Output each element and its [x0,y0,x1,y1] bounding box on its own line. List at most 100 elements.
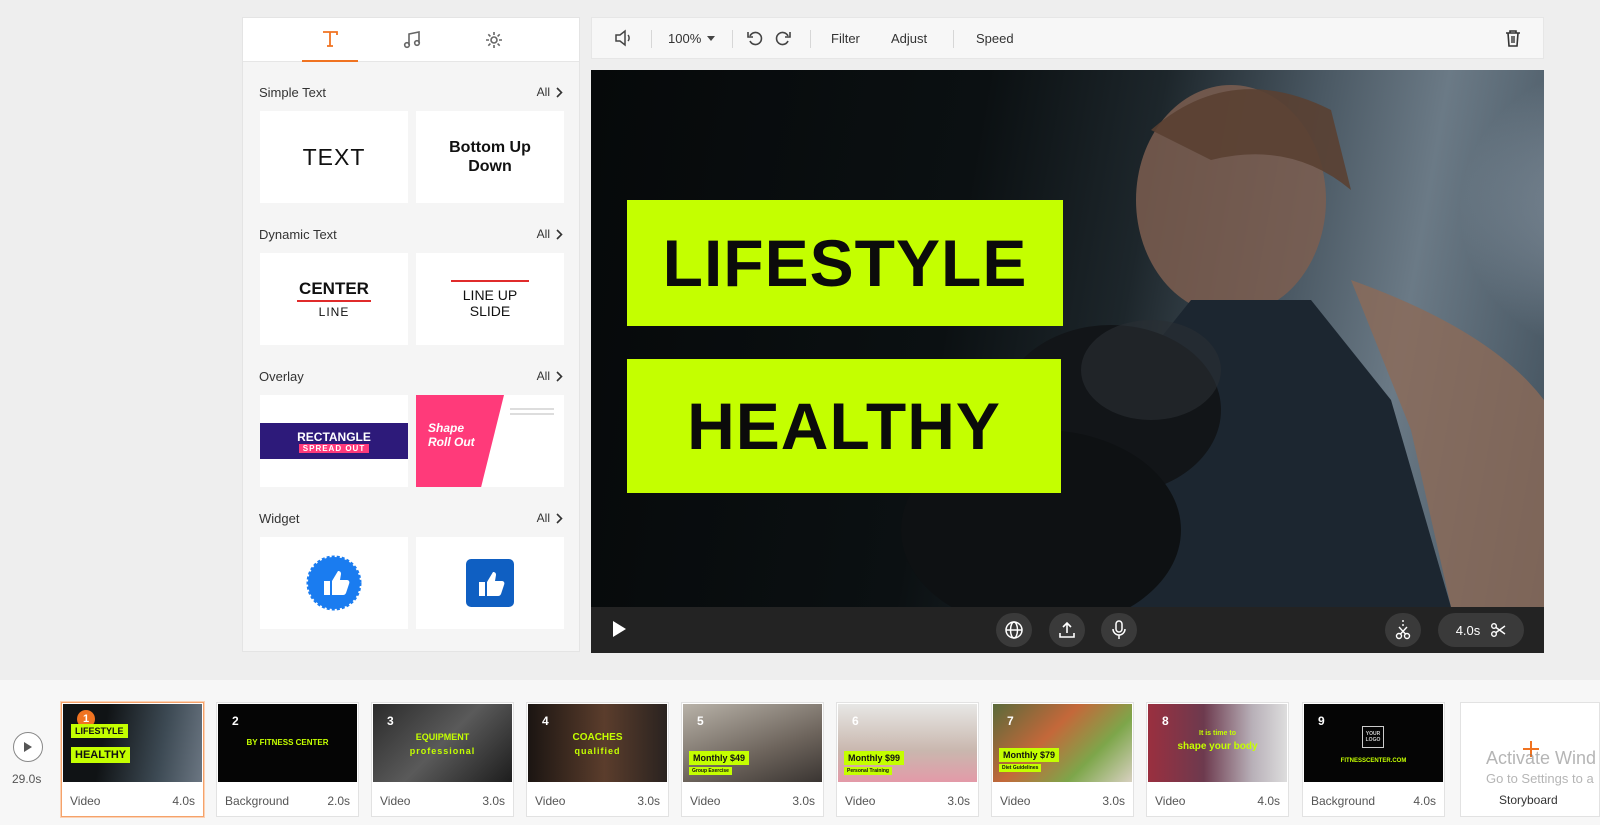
redo-button[interactable] [774,18,792,58]
speaker-icon [615,29,630,47]
undo-icon [747,31,763,46]
clip-duration: 3.0s [1102,794,1125,808]
undo-button[interactable] [746,18,764,58]
clip-duration: 3.0s [947,794,970,808]
timeline-clip-9[interactable]: 9 YOUR LOGO FITNESSCENTER.COM Background… [1302,702,1445,817]
filter-button[interactable]: Filter [831,18,860,58]
thumbs-up-square-icon [466,559,514,607]
speed-button[interactable]: Speed [976,18,1014,58]
simple-text-all-link[interactable]: All [537,85,563,99]
adjust-button[interactable]: Adjust [891,18,927,58]
trim-duration-button[interactable]: 4.0s [1438,613,1524,647]
clip-title-2: qualified [574,746,621,756]
clip-footer: Video 3.0s [380,794,505,808]
clip-duration: 4.0s [1257,794,1280,808]
upload-button[interactable] [1049,613,1085,647]
divider [810,30,811,48]
clip-thumbnail: 6 Monthly $99 Personal Training [838,704,977,782]
scissors-icon [1491,623,1506,637]
delete-button[interactable] [1505,18,1521,58]
upload-icon [1059,621,1075,638]
timeline-clip-4[interactable]: 4 COACHES qualified Video 3.0s [526,702,669,817]
clip-number: 4 [542,714,549,728]
timeline-play-button[interactable] [13,732,43,762]
card-bottom-up-down[interactable]: Bottom Up Down [416,111,564,203]
language-button[interactable] [996,613,1032,647]
section-widget: Widget All [259,508,563,528]
card-shape-roll-out[interactable]: Shape Roll Out [416,395,564,487]
clip-footer: Video 3.0s [1000,794,1125,808]
clip-duration: 2.0s [327,794,350,808]
record-voice-button[interactable] [1101,613,1137,647]
clip-duration: 3.0s [482,794,505,808]
all-label: All [536,511,550,525]
timeline-clip-7[interactable]: 7 Monthly $79 Diet Guidelines Video 3.0s [991,702,1134,817]
timeline-clip-8[interactable]: 8 It is time to shape your body Video 4.0… [1146,702,1289,817]
section-dynamic-text: Dynamic Text All [259,224,563,244]
divider [953,30,954,48]
element-panel: Simple Text All TEXT Bottom Up Down Dyna… [242,17,580,652]
timeline-clip-5[interactable]: 5 Monthly $49 Group Exercise Video 3.0s [681,702,824,817]
rectangle-label: RECTANGLE [297,429,371,444]
tab-settings[interactable] [466,18,522,62]
clip-title-1: Monthly $79 [999,748,1060,762]
all-label: All [536,369,550,383]
card-widget-like-badge[interactable] [260,537,408,629]
zoom-dropdown[interactable]: 100% [668,18,716,58]
clip-duration: 3.0s [792,794,815,808]
card-text-label: TEXT [302,143,366,170]
card-center-line[interactable]: CENTER LINE [260,253,408,345]
split-button[interactable] [1385,613,1421,647]
clip-footer: Video 3.0s [845,794,970,808]
section-simple-text: Simple Text All [259,82,563,102]
chevron-right-icon [556,370,563,382]
clip-footer: Video 4.0s [1155,794,1280,808]
clip-title-2: Personal Training [844,767,892,775]
redo-icon [775,31,791,46]
card-text[interactable]: TEXT [260,111,408,203]
overlay-all-link[interactable]: All [537,369,563,383]
chevron-right-icon [556,228,563,240]
timeline-clip-1[interactable]: 1 LIFESTYLE HEALTHY Video 4.0s [61,702,204,817]
card-line-up-sub: SLIDE [469,302,511,319]
timeline-clip-3[interactable]: 3 EQUIPMENT professional Video 3.0s [371,702,514,817]
shape-roll-out-text: Shape Roll Out [428,421,475,449]
caret-down-icon [707,35,716,41]
section-title: Dynamic Text [259,226,337,242]
clip-title-2: shape your body [1177,741,1258,752]
zoom-value: 100% [668,30,702,46]
widget-all-link[interactable]: All [537,511,563,525]
clip-duration: 4.0s [1455,622,1481,638]
title-line-2[interactable]: HEALTHY [627,359,1061,493]
logo-placeholder: YOUR LOGO [1362,726,1384,748]
card-bottom-up-down-label: Bottom Up Down [449,139,531,175]
clip-duration: 4.0s [172,794,195,808]
timeline-clip-2[interactable]: 2 BY FITNESS CENTER Background 2.0s [216,702,359,817]
video-preview[interactable]: LIFESTYLE HEALTHY [591,70,1544,607]
clip-title-2: HEALTHY [71,747,131,763]
section-title: Simple Text [259,84,326,100]
clip-title-1: COACHES [572,732,623,743]
tab-text[interactable] [302,18,358,62]
clip-number: 5 [697,714,704,728]
divider [651,30,652,48]
play-button[interactable] [611,620,627,643]
volume-button[interactable] [614,18,634,58]
timeline-clip-6[interactable]: 6 Monthly $99 Personal Training Video 3.0… [836,702,979,817]
title-line-1[interactable]: LIFESTYLE [627,200,1063,326]
clip-thumbnail: 5 Monthly $49 Group Exercise [683,704,822,782]
card-widget-like-square[interactable] [416,537,564,629]
clip-title-2: Diet Guidelines [999,764,1042,772]
storyboard-label: Storyboard [1499,793,1558,807]
dynamic-text-all-link[interactable]: All [537,227,563,241]
card-rectangle-spread-out[interactable]: RECTANGLE SPREAD OUT [260,395,408,487]
clip-number: 6 [852,714,859,728]
clip-footer: Video 3.0s [690,794,815,808]
tab-music[interactable] [384,18,440,62]
clip-number: 9 [1318,714,1325,728]
clip-footer: Video 3.0s [535,794,660,808]
divider [732,30,733,48]
add-clip-button[interactable]: Storyboard [1460,702,1600,817]
line-deco [510,408,554,410]
card-line-up-slide[interactable]: LINE UP SLIDE [416,253,564,345]
